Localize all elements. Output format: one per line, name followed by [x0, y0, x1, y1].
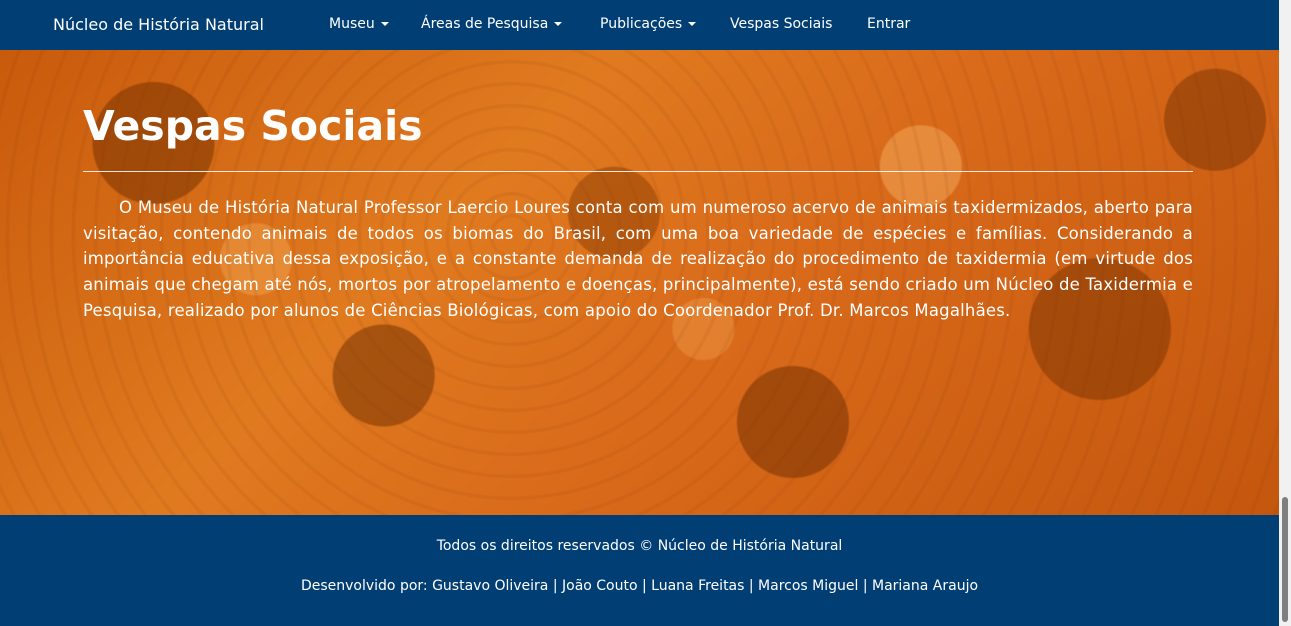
hero-section: Vespas Sociais O Museu de História Natur…: [0, 50, 1279, 515]
page-title: Vespas Sociais: [83, 102, 423, 150]
nav-item-label: Publicações: [600, 16, 683, 32]
caret-down-icon: [554, 22, 563, 26]
page-scrollbar[interactable]: [1279, 0, 1291, 626]
top-navbar: Núcleo de História Natural Museu Áreas d…: [0, 0, 1279, 50]
nav-item-label: Museu: [329, 16, 375, 32]
nav-item-entrar[interactable]: Entrar: [867, 16, 910, 32]
nav-item-museu[interactable]: Museu: [329, 16, 389, 32]
title-divider: [83, 171, 1193, 172]
nav-item-publicacoes[interactable]: Publicações: [600, 16, 697, 32]
nav-item-label: Áreas de Pesquisa: [421, 16, 549, 32]
brand-link[interactable]: Núcleo de História Natural: [53, 15, 264, 34]
caret-down-icon: [688, 22, 697, 26]
nav-item-vespas-sociais[interactable]: Vespas Sociais: [730, 16, 832, 32]
copyright-text: Todos os direitos reservados © Núcleo de…: [436, 538, 843, 554]
nav-item-areas-de-pesquisa[interactable]: Áreas de Pesquisa: [421, 16, 563, 32]
caret-down-icon: [380, 22, 389, 26]
footer: Todos os direitos reservados © Núcleo de…: [0, 515, 1279, 626]
credits-text: Desenvolvido por: Gustavo Oliveira | Joã…: [300, 578, 979, 594]
scrollbar-thumb[interactable]: [1282, 497, 1288, 622]
intro-paragraph: O Museu de História Natural Professor La…: [83, 198, 1193, 320]
